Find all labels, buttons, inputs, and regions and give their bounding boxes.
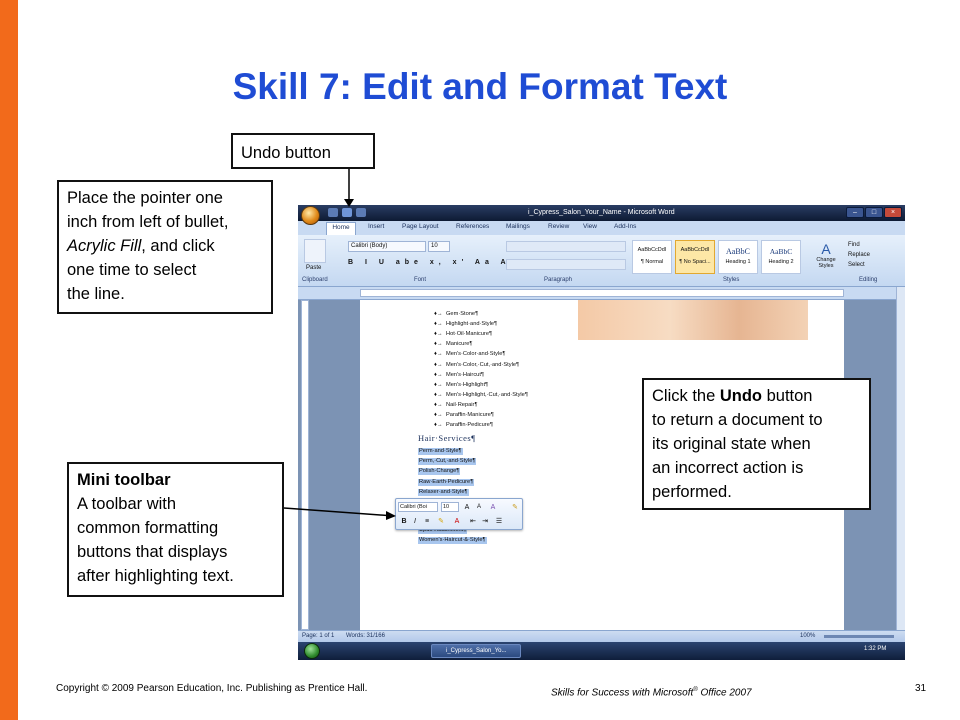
paste-label: Paste [306,265,322,271]
tab-references[interactable]: References [456,223,489,230]
group-font: Font [414,277,427,283]
center-icon[interactable]: ≡ [422,516,432,527]
decrease-indent-icon[interactable]: ⇤ [468,516,478,527]
font-name-box[interactable]: Calibri (Body) [348,241,426,252]
select-button[interactable]: Select [848,260,870,270]
style-heading-2[interactable]: AaBbC Heading 2 [761,240,801,274]
selected-line: Raw·Earth·Pedicure¶ [418,478,475,486]
ruler-row [298,287,905,300]
font-format-buttons[interactable]: B I U abe x, x' Aa A [348,259,511,266]
ribbon-tabs: Home Insert Page Layout References Maili… [298,221,905,235]
tab-page-layout[interactable]: Page Layout [402,223,439,230]
taskbar: i_Cypress_Salon_Yo... 1:32 PM [298,642,905,660]
bullet-item: ♦→ Paraffin·Pedicure¶ [434,422,493,429]
font-size-box[interactable]: 10 [428,241,450,252]
zoom-level[interactable]: 100% [800,633,815,639]
horizontal-ruler[interactable] [360,289,844,297]
footer-copyright: Copyright © 2009 Pearson Education, Inc.… [56,683,368,694]
bullet-item: ♦→ Men's·Highlight¶ [434,381,489,388]
replace-button[interactable]: Replace [848,250,870,260]
minimize-icon[interactable]: – [846,207,864,218]
status-bar: Page: 1 of 1 Words: 31/166 100% [298,630,905,642]
start-button[interactable] [304,643,320,659]
close-icon[interactable]: × [884,207,902,218]
find-button[interactable]: Find [848,240,870,250]
selected-line: Perm·and·Style¶ [418,448,463,455]
title-bar: i_Cypress_Salon_Your_Name - Microsoft Wo… [298,205,905,225]
bullet-item: ♦→ Nail·Repair¶ [434,401,478,408]
bullets-icon[interactable]: ☰ [494,516,504,527]
tab-home[interactable]: Home [326,222,356,235]
italic-icon[interactable]: I [410,516,420,527]
office-button[interactable] [301,206,320,225]
group-clipboard: Clipboard [302,277,328,283]
bullet-item: ♦→ Men's·Highlight,·Cut,·and·Style¶ [434,391,528,398]
font-color-icon[interactable]: A [452,516,462,527]
mini-toolbar-callout: Mini toolbar A toolbar with common forma… [67,462,284,597]
increase-indent-icon[interactable]: ⇥ [480,516,490,527]
style-no-spacing[interactable]: AaBbCcDdI ¶ No Spaci... [675,240,715,274]
bullet-item: ♦→ Highlight·and·Style¶ [434,321,498,328]
section-heading: Hair·Services¶ [418,433,476,443]
group-editing: Editing [859,277,878,283]
bullet-item: ♦→ Men's·Haircut¶ [434,371,484,378]
bullet-item: ♦→ Hot·Oil·Manicure¶ [434,331,493,338]
status-page[interactable]: Page: 1 of 1 [302,633,334,639]
salon-photo [578,300,808,340]
tab-add-ins[interactable]: Add-Ins [614,223,636,230]
pointer-instruction-callout: Place the pointer one inch from left of … [57,180,273,314]
mini-font-box[interactable]: Calibri (Boi [398,502,438,512]
vertical-scrollbar[interactable] [896,287,905,630]
bullet-item: ♦→ Men's·Color·and·Style¶ [434,351,506,358]
editing-group: Find Replace Select [848,240,870,270]
bullet-item: ♦→ Men's·Color,·Cut,·and·Style¶ [434,361,520,368]
undo-icon[interactable] [342,208,352,217]
grow-font-icon[interactable]: A [462,502,472,513]
selected-line: Perm,·Cut,·and·Style¶ [418,458,477,466]
accent-bar [0,0,18,720]
bullet-item: ♦→ Manicure¶ [434,341,473,348]
tab-review[interactable]: Review [548,223,569,230]
tab-mailings[interactable]: Mailings [506,223,530,230]
selected-line: Women's·Haircut·&·Style¶ [418,537,487,545]
maximize-icon[interactable]: □ [865,207,883,218]
format-painter-icon[interactable]: ✎ [510,502,520,513]
footer-book-title: Skills for Success with Microsoft® Offic… [551,687,752,699]
window-title: i_Cypress_Salon_Your_Name - Microsoft Wo… [528,209,675,216]
styles-icon[interactable]: A [488,502,498,513]
highlight-icon[interactable]: ✎ [436,516,446,527]
bullet-item: ♦→ Gem·Stone¶ [434,311,479,317]
mini-size-box[interactable]: 10 [441,502,459,512]
redo-icon[interactable] [356,208,366,217]
paste-icon[interactable] [304,239,326,263]
selected-line: Polish·Change¶ [418,468,461,476]
zoom-slider[interactable] [824,635,894,638]
slide-title: Skill 7: Edit and Format Text [232,66,728,107]
group-paragraph: Paragraph [544,277,573,283]
tab-insert[interactable]: Insert [368,223,384,230]
paragraph-list-buttons[interactable] [506,241,626,252]
group-styles: Styles [723,277,740,283]
clock: 1:32 PM [864,646,887,652]
undo-button-callout: Undo button [231,133,375,169]
style-heading-1[interactable]: AaBbC Heading 1 [718,240,758,274]
ribbon: Paste Calibri (Body) 10 B I U abe x, x' … [298,235,905,287]
page-number: 31 [915,683,927,694]
paragraph-align-buttons[interactable] [506,259,626,270]
shrink-font-icon[interactable]: A [474,502,484,513]
bold-icon[interactable]: B [399,516,409,527]
tab-view[interactable]: View [583,223,597,230]
save-icon[interactable] [328,208,338,217]
undo-description-callout: Click the Undo button to return a docume… [642,378,871,510]
mini-toolbar: Calibri (Boi 10 A A A ✎ B I ≡ ✎ A ⇤ ⇥ ☰ [395,498,523,530]
status-words[interactable]: Words: 31/166 [346,633,385,639]
change-styles-button[interactable]: A Change Styles [812,241,840,269]
selected-line: Relaxer·and·Style¶ [418,488,469,496]
style-normal[interactable]: AaBbCcDdI ¶ Normal [632,240,672,274]
taskbar-word-item[interactable]: i_Cypress_Salon_Yo... [431,644,521,658]
vertical-ruler [301,300,309,630]
bullet-item: ♦→ Paraffin·Manicure¶ [434,412,494,418]
